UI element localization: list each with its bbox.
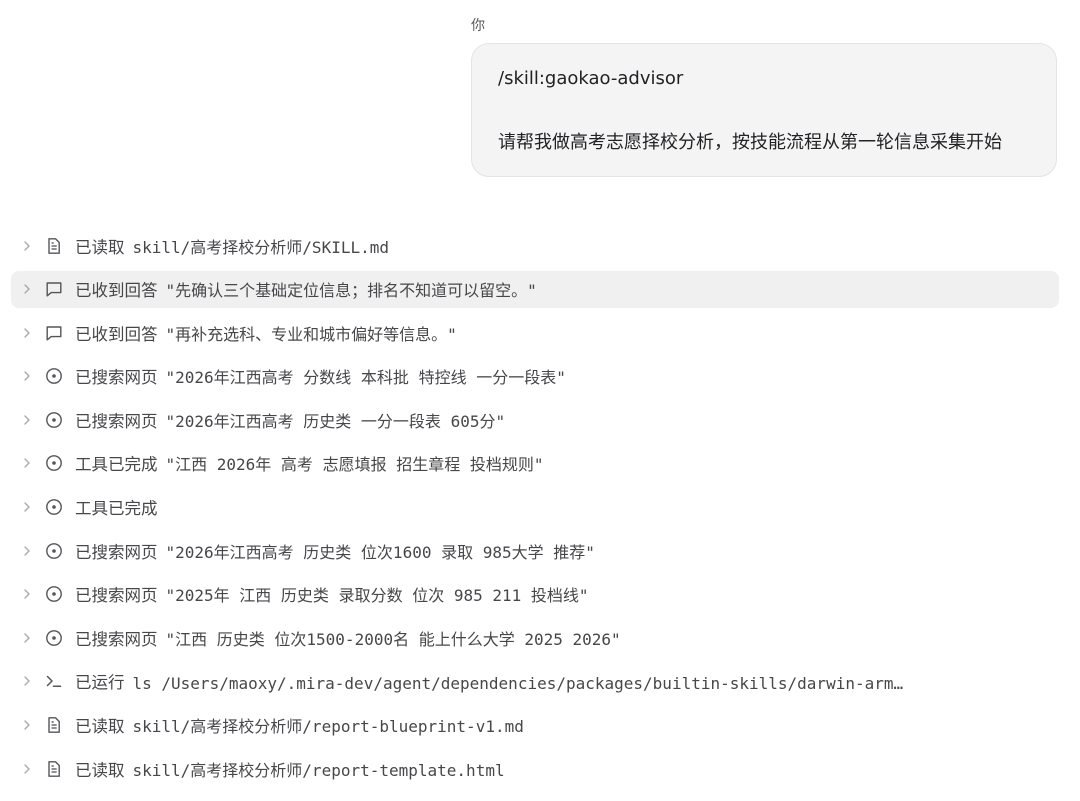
chevron-right-icon[interactable]	[22, 369, 32, 383]
step-read-blueprint[interactable]: 已读取 skill/高考择校分析师/report-blueprint-v1.md	[11, 707, 1059, 744]
terminal-icon	[44, 671, 64, 691]
chevron-right-icon[interactable]	[22, 326, 32, 340]
step-answer-1[interactable]: 已收到回答 "先确认三个基础定位信息；排名不知道可以留空。"	[11, 270, 1059, 308]
step-read-template[interactable]: 已读取 skill/高考择校分析师/report-template.html	[11, 750, 1059, 787]
step-tool-2[interactable]: 工具已完成	[11, 489, 1059, 526]
user-message-text: 请帮我做高考志愿择校分析，按技能流程从第一轮信息采集开始	[498, 132, 1002, 153]
file-icon	[44, 715, 64, 735]
search-circle-icon	[44, 541, 64, 561]
step-search-4[interactable]: 已搜索网页 "2025年 江西 历史类 录取分数 位次 985 211 投档线"	[11, 576, 1059, 613]
search-circle-icon	[44, 410, 64, 430]
chevron-right-icon[interactable]	[22, 718, 32, 732]
step-label: 工具已完成	[75, 499, 158, 519]
file-icon	[44, 759, 64, 779]
step-answer-2[interactable]: 已收到回答 "再补充选科、专业和城市偏好等信息。"	[11, 314, 1059, 351]
search-circle-icon	[44, 366, 64, 386]
chevron-right-icon[interactable]	[22, 587, 32, 601]
step-label: 已收到回答 "再补充选科、专业和城市偏好等信息。"	[75, 324, 457, 344]
step-read-skill[interactable]: 已读取 skill/高考择校分析师/SKILL.md	[11, 227, 1059, 264]
search-circle-icon	[44, 584, 64, 604]
activity-log: 已读取 skill/高考择校分析师/SKILL.md 已收到回答 "先确认三个基础定…	[11, 227, 1059, 794]
step-search-1[interactable]: 已搜索网页 "2026年江西高考 分数线 本科批 特控线 一分一段表"	[11, 358, 1059, 395]
step-label: 已搜索网页 "2026年江西高考 历史类 位次1600 录取 985大学 推荐"	[75, 542, 595, 562]
step-label: 已读取 skill/高考择校分析师/report-template.html	[75, 760, 505, 780]
step-search-5[interactable]: 已搜索网页 "江西 历史类 位次1500-2000名 能上什么大学 2025 20…	[11, 619, 1059, 656]
chevron-right-icon[interactable]	[22, 413, 32, 427]
step-label: 已搜索网页 "江西 历史类 位次1500-2000名 能上什么大学 2025 20…	[75, 629, 621, 649]
search-circle-icon	[44, 453, 64, 473]
search-circle-icon	[44, 628, 64, 648]
step-label: 已搜索网页 "2026年江西高考 分数线 本科批 特控线 一分一段表"	[75, 368, 566, 388]
step-run-command[interactable]: 已运行 ls /Users/maoxy/.mira-dev/agent/depen…	[11, 663, 1059, 700]
file-icon	[44, 236, 64, 256]
user-message-bubble: /skill:gaokao-advisor 请帮我做高考志愿择校分析，按技能流程…	[471, 43, 1057, 177]
chevron-right-icon[interactable]	[22, 631, 32, 645]
step-label: 已搜索网页 "2025年 江西 历史类 录取分数 位次 985 211 投档线"	[75, 586, 589, 606]
user-message-command: /skill:gaokao-advisor	[498, 68, 684, 89]
chevron-right-icon[interactable]	[22, 239, 32, 253]
chevron-right-icon[interactable]	[22, 500, 32, 514]
chevron-right-icon[interactable]	[22, 544, 32, 558]
step-label: 已读取 skill/高考择校分析师/report-blueprint-v1.md	[75, 717, 524, 737]
step-label: 已运行 ls /Users/maoxy/.mira-dev/agent/depen…	[75, 673, 904, 694]
step-label: 已搜索网页 "2026年江西高考 历史类 一分一段表 605分"	[75, 411, 506, 431]
chat-bubble-icon	[44, 323, 64, 343]
chevron-right-icon[interactable]	[22, 674, 32, 688]
step-label: 已读取 skill/高考择校分析师/SKILL.md	[75, 237, 389, 257]
chevron-right-icon[interactable]	[22, 456, 32, 470]
step-label: 工具已完成 "江西 2026年 高考 志愿填报 招生章程 投档规则"	[75, 455, 544, 475]
step-label: 已收到回答 "先确认三个基础定位信息；排名不知道可以留空。"	[75, 281, 537, 301]
chevron-right-icon[interactable]	[22, 762, 32, 776]
user-label: 你	[471, 18, 485, 34]
step-tool-1[interactable]: 工具已完成 "江西 2026年 高考 志愿填报 招生章程 投档规则"	[11, 445, 1059, 482]
step-search-2[interactable]: 已搜索网页 "2026年江西高考 历史类 一分一段表 605分"	[11, 401, 1059, 438]
chat-bubble-icon	[44, 279, 64, 299]
chevron-right-icon[interactable]	[22, 282, 32, 296]
search-circle-icon	[44, 497, 64, 517]
step-search-3[interactable]: 已搜索网页 "2026年江西高考 历史类 位次1600 录取 985大学 推荐"	[11, 532, 1059, 569]
